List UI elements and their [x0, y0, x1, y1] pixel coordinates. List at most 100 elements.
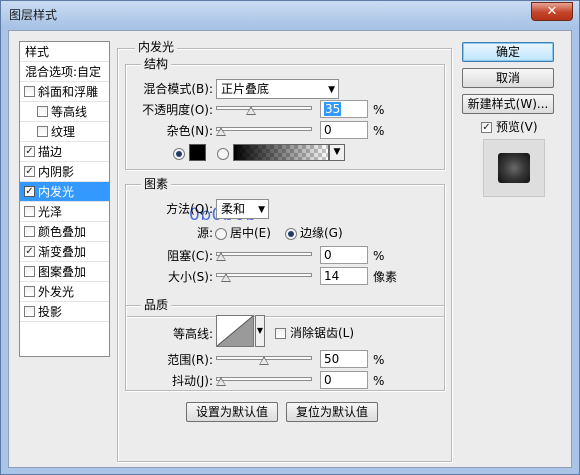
range-slider-thumb[interactable]	[259, 356, 269, 365]
sidebar-item-checkbox[interactable]	[24, 266, 35, 277]
chevron-down-icon: ▼	[328, 85, 335, 95]
sidebar-item[interactable]: ✓ 描边	[20, 142, 109, 162]
sidebar-item[interactable]: 颜色叠加	[20, 222, 109, 242]
opacity-input[interactable]: 35	[320, 100, 368, 118]
source-center-radio[interactable]	[215, 228, 227, 240]
sidebar-item-checkbox[interactable]	[37, 126, 48, 137]
sidebar-item[interactable]: 纹理	[20, 122, 109, 142]
sidebar-item-checkbox[interactable]	[24, 226, 35, 237]
preview-checkbox[interactable]: ✓	[481, 122, 492, 133]
jitter-value: 0	[324, 373, 332, 387]
jitter-input[interactable]: 0	[320, 371, 368, 389]
gradient-swatch[interactable]	[233, 144, 329, 161]
sidebar-item[interactable]: 图案叠加	[20, 262, 109, 282]
sidebar-item[interactable]: 外发光	[20, 282, 109, 302]
color-radio[interactable]	[173, 148, 185, 160]
choke-slider-thumb[interactable]	[216, 252, 226, 261]
size-slider-thumb[interactable]	[221, 273, 231, 282]
antialias-label[interactable]: 消除锯齿(L)	[290, 324, 354, 342]
opacity-slider-thumb[interactable]	[246, 106, 256, 115]
jitter-slider-thumb[interactable]	[216, 377, 226, 386]
source-edge-radio[interactable]	[285, 228, 297, 240]
size-slider[interactable]	[216, 270, 312, 284]
noise-input[interactable]: 0	[320, 121, 368, 139]
styles-header[interactable]: 样式	[20, 42, 109, 62]
preview-label[interactable]: 预览(V)	[496, 118, 538, 136]
sidebar-item-checkbox[interactable]	[24, 86, 35, 97]
sidebar-item-checkbox[interactable]: ✓	[24, 166, 35, 177]
choke-value: 0	[324, 248, 332, 262]
blend-mode-value: 正片叠底	[221, 82, 270, 96]
noise-slider[interactable]	[216, 124, 312, 138]
contour-curve-icon	[216, 315, 254, 347]
sidebar-item-checkbox[interactable]	[24, 306, 35, 317]
noise-slider-track	[216, 127, 312, 131]
layer-style-dialog: 图层样式 ✕ 样式 混合选项:自定 斜面和浮雕 等高线 纹理 ✓ 描边 ✓ 内阴影 ✓ 内发光光…	[0, 0, 580, 475]
range-input[interactable]: 50	[320, 350, 368, 368]
opacity-label: 不透明度(O):	[142, 103, 213, 117]
sidebar-item-checkbox[interactable]	[24, 206, 35, 217]
choke-slider-track	[216, 252, 312, 256]
source-edge-label[interactable]: 边缘(G)	[300, 224, 343, 242]
sidebar-item-checkbox[interactable]: ✓	[24, 246, 35, 257]
choke-slider[interactable]	[216, 249, 312, 263]
make-default-button[interactable]: 设置为默认值	[186, 402, 278, 422]
sidebar-item[interactable]: 斜面和浮雕	[20, 82, 109, 102]
close-button[interactable]: ✕	[531, 2, 573, 21]
source-label: 源:	[196, 226, 213, 240]
choke-label: 阻塞(C):	[167, 249, 213, 263]
sidebar-item[interactable]: 投影	[20, 302, 109, 322]
gradient-picker-chevron-icon[interactable]: ▼	[329, 144, 345, 161]
sidebar-item[interactable]: 等高线	[20, 102, 109, 122]
contour-chevron-icon[interactable]: ▼	[255, 315, 265, 347]
antialias-checkbox[interactable]	[275, 328, 286, 339]
sidebar-item-label: 图案叠加	[38, 265, 87, 279]
choke-input[interactable]: 0	[320, 246, 368, 264]
noise-value: 0	[324, 123, 332, 137]
gradient-radio[interactable]	[217, 148, 229, 160]
sidebar-item-checkbox[interactable]	[37, 106, 48, 117]
range-slider[interactable]	[216, 353, 312, 367]
sidebar-item-checkbox[interactable]: ✓	[24, 186, 35, 197]
ok-button[interactable]: 确定	[462, 42, 554, 62]
new-style-button[interactable]: 新建样式(W)...	[462, 94, 554, 114]
range-label: 范围(R):	[167, 353, 213, 367]
size-label: 大小(S):	[167, 270, 213, 284]
title-bar[interactable]: 图层样式 ✕	[1, 1, 579, 29]
blend-mode-select[interactable]: 正片叠底 ▼	[216, 79, 339, 99]
noise-slider-thumb[interactable]	[216, 127, 226, 136]
size-input[interactable]: 14	[320, 267, 368, 285]
sidebar-item[interactable]: 光泽	[20, 202, 109, 222]
contour-preview[interactable]	[216, 315, 254, 347]
sidebar-item-label: 斜面和浮雕	[38, 85, 99, 99]
color-swatch[interactable]	[189, 144, 206, 161]
chevron-down-icon: ▼	[258, 205, 265, 215]
sidebar-item[interactable]: ✓ 渐变叠加	[20, 242, 109, 262]
source-center-label[interactable]: 居中(E)	[230, 224, 271, 242]
styles-list: 样式 混合选项:自定 斜面和浮雕 等高线 纹理 ✓ 描边 ✓ 内阴影 ✓ 内发光 光泽 颜色叠加 ✓ 渐…	[19, 41, 110, 357]
opacity-value: 35	[324, 102, 342, 116]
cancel-button[interactable]: 取消	[462, 68, 554, 88]
range-unit: %	[373, 353, 385, 367]
elements-title: 图素	[141, 177, 172, 191]
sidebar-item-checkbox[interactable]	[24, 286, 35, 297]
sidebar-item-checkbox[interactable]: ✓	[24, 146, 35, 157]
opacity-slider-track	[216, 106, 312, 110]
sidebar-item-label: 等高线	[51, 105, 88, 119]
range-value: 50	[324, 352, 340, 366]
jitter-label: 抖动(J):	[172, 374, 213, 388]
jitter-slider[interactable]	[216, 374, 312, 388]
reset-default-button[interactable]: 复位为默认值	[286, 402, 378, 422]
sidebar-item-label: 颜色叠加	[38, 225, 87, 239]
sidebar-item-label: 描边	[38, 145, 63, 159]
sidebar-item[interactable]: ✓ 内阴影	[20, 162, 109, 182]
opacity-slider[interactable]	[216, 103, 312, 117]
sidebar-item-label: 光泽	[38, 205, 63, 219]
technique-select[interactable]: 柔和 ▼	[216, 199, 269, 219]
window-title: 图层样式	[9, 8, 58, 22]
dialog-client: 样式 混合选项:自定 斜面和浮雕 等高线 纹理 ✓ 描边 ✓ 内阴影 ✓ 内发光 光泽 颜色叠加 ✓ 渐…	[8, 30, 572, 468]
sidebar-item[interactable]: ✓ 内发光	[20, 182, 109, 202]
noise-unit: %	[373, 124, 385, 138]
blend-options-item[interactable]: 混合选项:自定	[20, 62, 109, 82]
jitter-slider-track	[216, 377, 312, 381]
